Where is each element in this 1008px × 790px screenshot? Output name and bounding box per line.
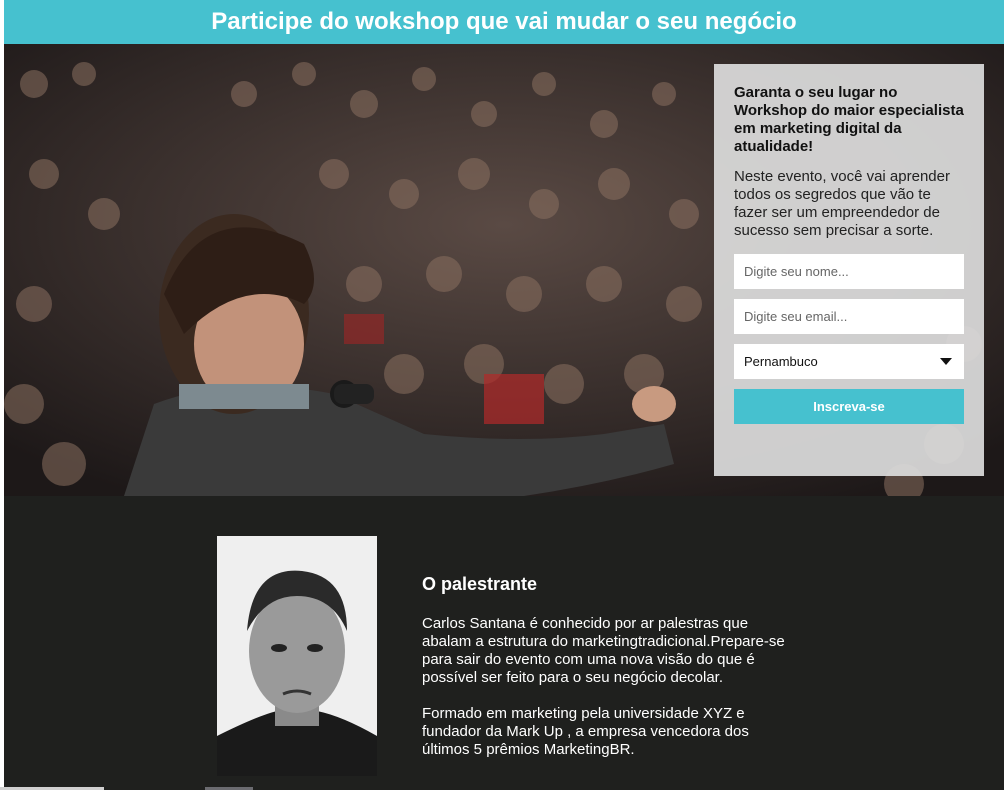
state-select[interactable]: Pernambuco bbox=[734, 344, 964, 379]
name-input[interactable]: Digite seu nome... bbox=[734, 254, 964, 289]
email-input[interactable]: Digite seu email... bbox=[734, 299, 964, 334]
page-title: Participe do wokshop que vai mudar o seu… bbox=[211, 8, 797, 35]
speaker-bio-1: Carlos Santana é conhecido por ar palest… bbox=[422, 615, 785, 686]
caret-down-icon bbox=[940, 358, 952, 365]
name-input-placeholder: Digite seu nome... bbox=[744, 264, 849, 279]
speaker-info: O palestrante Carlos Santana é conhecido… bbox=[422, 574, 792, 777]
state-select-value: Pernambuco bbox=[744, 354, 818, 369]
email-input-placeholder: Digite seu email... bbox=[744, 309, 848, 324]
page-edge-right bbox=[1004, 0, 1008, 790]
speaker-bio-2: Formado em marketing pela universidade X… bbox=[422, 705, 749, 758]
form-heading: Garanta o seu lugar no Workshop do maior… bbox=[734, 84, 964, 155]
subscribe-button-label: Inscreva-se bbox=[813, 399, 885, 414]
form-description: Neste evento, você vai aprender todos os… bbox=[734, 168, 950, 239]
top-banner: Participe do wokshop que vai mudar o seu… bbox=[4, 0, 1004, 44]
speaker-title: O palestrante bbox=[422, 574, 538, 594]
speaker-section: O palestrante Carlos Santana é conhecido… bbox=[4, 496, 1004, 790]
speaker-photo bbox=[217, 536, 377, 776]
signup-form-card: Garanta o seu lugar no Workshop do maior… bbox=[714, 64, 984, 476]
speaker-portrait-image bbox=[217, 536, 377, 776]
subscribe-button[interactable]: Inscreva-se bbox=[734, 389, 964, 424]
hero-section: Garanta o seu lugar no Workshop do maior… bbox=[4, 44, 1004, 496]
